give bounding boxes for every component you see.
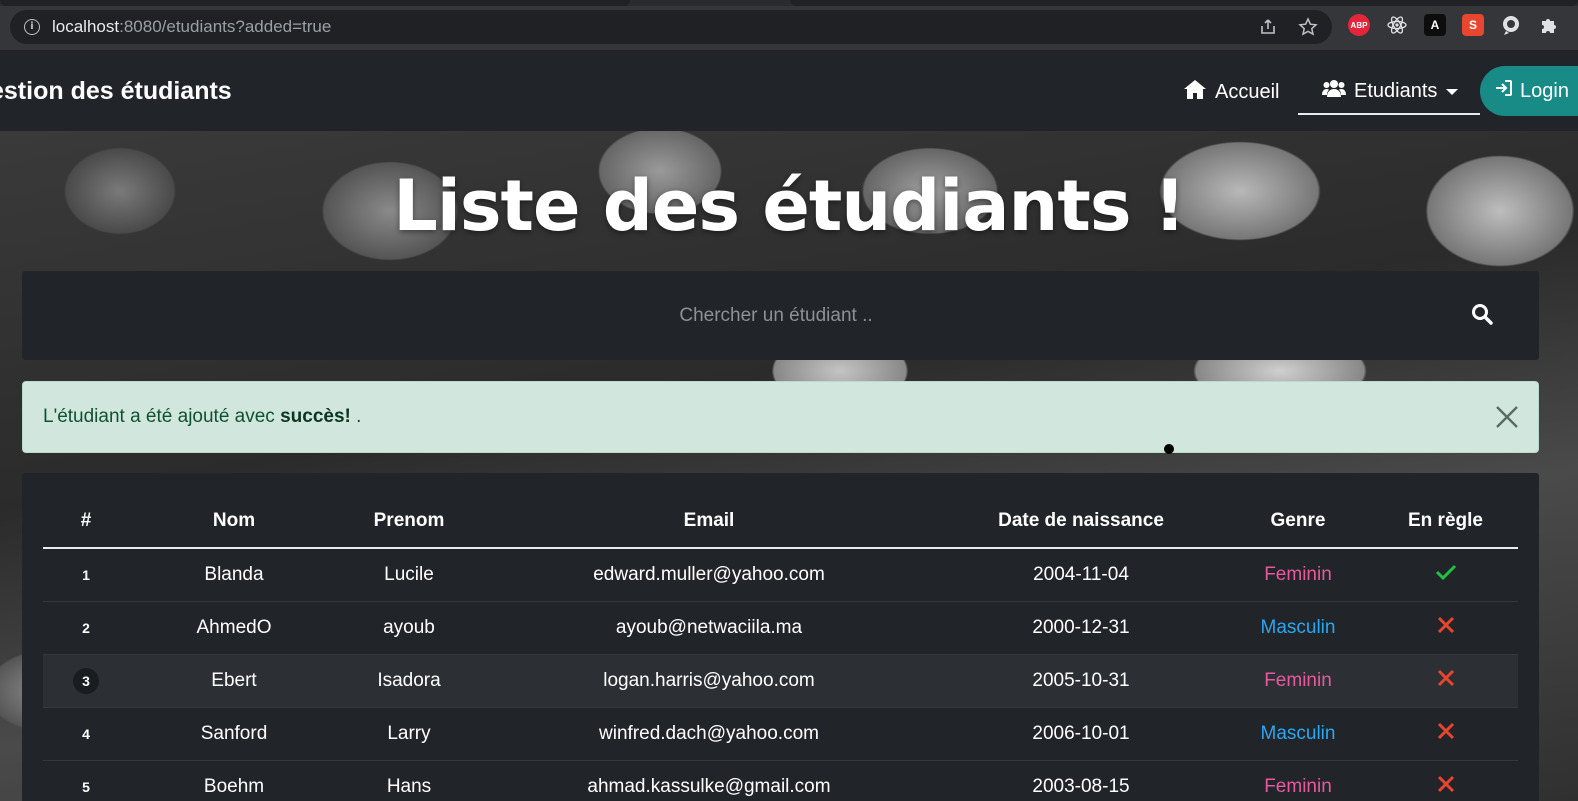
browser-tab[interactable] xyxy=(0,0,630,6)
row-email: logan.harris@yahoo.com xyxy=(479,654,939,708)
cross-icon xyxy=(1436,669,1456,693)
angular-devtools-icon[interactable]: A xyxy=(1424,14,1446,36)
check-icon xyxy=(1435,564,1457,586)
row-en-regle xyxy=(1373,654,1518,708)
app-navbar: estion des étudiants Accueil Etudiants xyxy=(0,51,1578,131)
share-icon[interactable] xyxy=(1258,17,1278,42)
browser-tab[interactable] xyxy=(790,0,1578,6)
nav-active-indicator xyxy=(1298,113,1480,115)
address-bar[interactable]: i localhost:8080/etudiants?added=true xyxy=(10,10,1332,44)
home-icon xyxy=(1183,78,1207,106)
students-table: # Nom Prenom Email Date de naissance Gen… xyxy=(43,495,1518,801)
react-devtools-icon[interactable] xyxy=(1386,14,1408,36)
row-nom: Blanda xyxy=(129,548,339,602)
login-label: Login xyxy=(1520,79,1569,102)
chevron-down-icon xyxy=(1445,80,1459,103)
extensions-puzzle-icon[interactable] xyxy=(1538,14,1560,36)
url-text[interactable]: localhost:8080/etudiants?added=true xyxy=(52,17,331,37)
alert-message: L'étudiant a été ajouté avec succès! . xyxy=(43,406,362,427)
row-genre: Feminin xyxy=(1223,548,1373,602)
row-index: 1 xyxy=(43,548,129,602)
hero-section: Liste des étudiants ! L'étudiant a été a… xyxy=(0,131,1578,801)
row-email: ayoub@netwaciila.ma xyxy=(479,601,939,655)
table-row[interactable]: 2 AhmedO ayoub ayoub@netwaciila.ma 2000-… xyxy=(43,601,1518,655)
search-button[interactable] xyxy=(1462,297,1502,335)
row-date: 2003-08-15 xyxy=(939,760,1223,801)
row-index: 4 xyxy=(43,707,129,761)
row-email: winfred.dach@yahoo.com xyxy=(479,707,939,761)
row-nom: Boehm xyxy=(129,760,339,801)
page-title: Liste des étudiants ! xyxy=(393,165,1186,247)
bookmark-star-icon[interactable] xyxy=(1298,17,1318,42)
search-icon xyxy=(1471,303,1493,329)
row-nom: Ebert xyxy=(129,654,339,708)
students-table-panel: # Nom Prenom Email Date de naissance Gen… xyxy=(22,473,1539,801)
col-header-email[interactable]: Email xyxy=(479,495,939,549)
row-index: 2 xyxy=(43,601,129,655)
search-panel xyxy=(22,271,1539,360)
row-prenom: Larry xyxy=(339,707,479,761)
extension-s-icon[interactable]: S xyxy=(1462,14,1484,36)
row-en-regle xyxy=(1373,760,1518,801)
row-email: ahmad.kassulke@gmail.com xyxy=(479,760,939,801)
adblock-icon[interactable]: ABP xyxy=(1348,14,1370,36)
row-genre: Masculin xyxy=(1223,707,1373,761)
brand-title[interactable]: estion des étudiants xyxy=(0,77,232,106)
row-index: 5 xyxy=(43,760,129,801)
nav-home-link[interactable]: Accueil xyxy=(1183,78,1279,106)
col-header-index[interactable]: # xyxy=(43,495,129,549)
row-en-regle xyxy=(1373,601,1518,655)
col-header-genre[interactable]: Genre xyxy=(1223,495,1373,549)
close-icon xyxy=(1494,406,1520,434)
row-date: 2006-10-01 xyxy=(939,707,1223,761)
table-row[interactable]: 1 Blanda Lucile edward.muller@yahoo.com … xyxy=(43,548,1518,602)
nav-home-label: Accueil xyxy=(1215,80,1280,103)
row-date: 2005-10-31 xyxy=(939,654,1223,708)
chat-extension-icon[interactable] xyxy=(1500,14,1522,36)
mouse-cursor xyxy=(1164,444,1174,454)
row-genre: Feminin xyxy=(1223,654,1373,708)
table-row[interactable]: 3 Ebert Isadora logan.harris@yahoo.com 2… xyxy=(43,654,1518,708)
nav-students-dropdown[interactable]: Etudiants xyxy=(1322,78,1459,104)
alert-close-button[interactable] xyxy=(1494,404,1520,430)
row-prenom: Isadora xyxy=(339,654,479,708)
col-header-nom[interactable]: Nom xyxy=(129,495,339,549)
table-header-row: # Nom Prenom Email Date de naissance Gen… xyxy=(43,495,1518,549)
site-info-icon[interactable]: i xyxy=(24,19,40,35)
row-prenom: Hans xyxy=(339,760,479,801)
row-date: 2000-12-31 xyxy=(939,601,1223,655)
table-row[interactable]: 4 Sanford Larry winfred.dach@yahoo.com 2… xyxy=(43,707,1518,761)
nav-students-label: Etudiants xyxy=(1354,79,1438,102)
row-nom: AhmedO xyxy=(129,601,339,655)
col-header-prenom[interactable]: Prenom xyxy=(339,495,479,549)
cross-icon xyxy=(1436,775,1456,799)
search-input[interactable] xyxy=(22,271,1452,360)
success-alert: L'étudiant a été ajouté avec succès! . xyxy=(22,381,1539,453)
row-prenom: ayoub xyxy=(339,601,479,655)
row-genre: Masculin xyxy=(1223,601,1373,655)
row-prenom: Lucile xyxy=(339,548,479,602)
browser-toolbar: i localhost:8080/etudiants?added=true AB… xyxy=(0,0,1578,51)
row-date: 2004-11-04 xyxy=(939,548,1223,602)
login-icon xyxy=(1494,78,1514,104)
extensions-area: ABP A S xyxy=(1348,14,1560,36)
row-en-regle xyxy=(1373,548,1518,602)
row-en-regle xyxy=(1373,707,1518,761)
row-nom: Sanford xyxy=(129,707,339,761)
cross-icon xyxy=(1436,616,1456,640)
col-header-en-regle[interactable]: En règle xyxy=(1373,495,1518,549)
row-genre: Feminin xyxy=(1223,760,1373,801)
cross-icon xyxy=(1436,722,1456,746)
table-row[interactable]: 5 Boehm Hans ahmad.kassulke@gmail.com 20… xyxy=(43,760,1518,801)
login-button[interactable]: Login xyxy=(1480,66,1578,116)
users-icon xyxy=(1322,78,1346,104)
row-email: edward.muller@yahoo.com xyxy=(479,548,939,602)
col-header-date[interactable]: Date de naissance xyxy=(939,495,1223,549)
row-index: 3 xyxy=(43,654,129,708)
